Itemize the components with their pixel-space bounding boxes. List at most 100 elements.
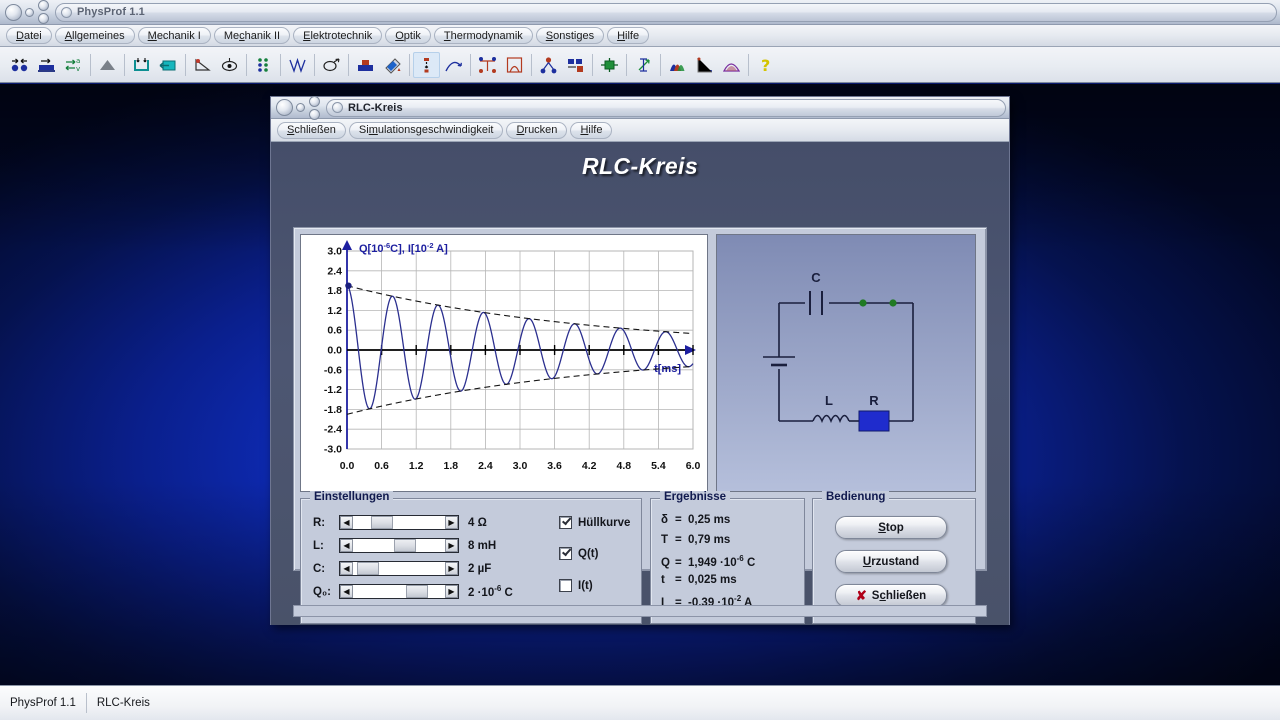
reset-button-label: Urzustand [862,555,920,568]
svg-text:-2.4: -2.4 [324,424,342,436]
dialog-menu-hilfe[interactable]: Hilfe [570,121,613,139]
setting-row-q0: Q₀: ◀ ▶ 2 ·10-6 C [313,584,513,599]
potential-well-icon[interactable] [128,52,155,78]
inductor-coil [812,414,850,424]
slider-c-left-arrow[interactable]: ◀ [340,562,353,575]
close-button[interactable]: ✘ Schließen [835,584,947,607]
buoyancy-icon[interactable] [352,52,379,78]
result-value-t-period: 0,79 [688,534,711,546]
setting-row-l: L: ◀ ▶ 8 mH [313,538,496,553]
controls-legend: Bedienung [822,491,890,503]
dialog-menu-bar: Schließen Si m ulationsgeschwindigkeit Dru… [271,119,1009,142]
balance-scale-icon[interactable] [474,52,501,78]
slider-r[interactable]: ◀ ▶ [339,515,459,530]
dialog-menu-schliessen[interactable]: Schließen [277,121,346,139]
checkbox-huellkurve-box[interactable] [559,516,572,529]
setting-label-r: R: [313,516,326,529]
window-maximize-button[interactable] [38,0,49,11]
checkbox-huellkurve-label: Hüllkurve [578,516,631,529]
slider-l-left-arrow[interactable]: ◀ [340,539,353,552]
svg-text:2.4: 2.4 [478,460,493,472]
gauss-curve-icon[interactable] [664,52,691,78]
stop-button[interactable]: Stop [835,516,947,539]
slider-q0[interactable]: ◀ ▶ [339,584,459,599]
slider-c-thumb[interactable] [357,562,380,575]
help-question-icon[interactable]: ? [752,52,779,78]
dialog-extra-controls [309,95,320,120]
stop-button-label: Stop [878,521,904,534]
projectile-curve-icon[interactable] [440,52,467,78]
slider-r-left-arrow[interactable]: ◀ [340,516,353,529]
resistor-box [858,410,890,432]
svg-text:2.4: 2.4 [327,265,342,277]
checkbox-qt[interactable]: Q(t) [559,547,598,560]
menu-item-sonstiges[interactable]: Sonstiges [535,27,605,44]
checkbox-it[interactable]: I(t) [559,579,593,592]
menu-item-datei[interactable]: Datei [6,27,52,44]
dialog-maximize-button[interactable] [309,95,320,107]
slider-r-right-arrow[interactable]: ▶ [445,516,458,529]
menu-item-optik[interactable]: Optik [385,27,431,44]
velocity-acceleration-icon[interactable]: a v [60,52,87,78]
two-masses-collision-icon[interactable] [6,52,33,78]
dialog-menu-drucken[interactable]: Drucken [506,121,568,139]
slider-r-thumb[interactable] [370,516,393,529]
slider-q0-track[interactable] [353,585,445,598]
inclined-block-icon[interactable] [33,52,60,78]
wave-v-icon[interactable] [284,52,311,78]
slider-l-track[interactable] [353,539,445,552]
slider-l[interactable]: ◀ ▶ [339,538,459,553]
pour-liquid-icon[interactable] [379,52,406,78]
slider-q0-left-arrow[interactable]: ◀ [340,585,353,598]
arrow-into-box-icon[interactable] [155,52,182,78]
dialog-menu-simulationsgeschwindigkeit[interactable]: Si m ulationsgeschwindigkeit [348,121,504,139]
setting-label-q0: Q₀: [313,585,331,598]
slider-c-track[interactable] [353,562,445,575]
slider-l-thumb[interactable] [393,539,416,552]
svg-text:3.0: 3.0 [327,246,342,258]
toolbar-separator [246,53,247,76]
reset-button[interactable]: Urzustand [835,550,947,573]
gear-wheel-icon[interactable] [596,52,623,78]
slider-c[interactable]: ◀ ▶ [339,561,459,576]
triangle-ramp-icon[interactable] [94,52,121,78]
particle-dots-icon[interactable] [250,52,277,78]
screen: PhysProf 1.1 Datei Allgemeines Mechanik … [0,0,1280,720]
dialog-minimize-button[interactable] [296,103,305,112]
pulley-system-icon[interactable] [535,52,562,78]
menu-item-allgemeines[interactable]: Allgemeines [54,27,135,44]
slider-c-right-arrow[interactable]: ▶ [445,562,458,575]
slider-q0-thumb[interactable] [406,585,429,598]
status-module-name: RLC-Kreis [96,697,150,709]
spectrum-curve-icon[interactable] [718,52,745,78]
free-fall-icon[interactable] [413,51,440,78]
svg-text:3.0: 3.0 [513,460,528,472]
angle-ramp-icon[interactable] [189,52,216,78]
arch-bridge-icon[interactable] [501,52,528,78]
toolbar-separator [470,53,471,76]
svg-text:a: a [76,57,80,65]
window-minimize-button[interactable] [25,7,34,17]
dialog-icon [332,102,343,113]
pendulum-eye-icon[interactable] [216,52,243,78]
window-close-button[interactable] [5,3,22,21]
lever-blocks-icon[interactable] [562,52,589,78]
window-restore-button[interactable] [38,13,49,24]
flux-arrow-icon[interactable] [630,52,657,78]
menu-item-mechanik-ii[interactable]: Me c hanik II [213,27,291,44]
dialog-restore-button[interactable] [309,108,320,120]
dialog-close-button[interactable] [276,99,293,116]
slider-l-right-arrow[interactable]: ▶ [445,539,458,552]
menu-item-thermodynamik[interactable]: Thermodynamik [433,27,533,44]
checkbox-huellkurve[interactable]: Hüllkurve [559,516,630,529]
menu-item-elektrotechnik[interactable]: Elektrotechnik [293,27,383,44]
menu-item-hilfe[interactable]: Hilfe [607,27,650,44]
checkbox-qt-box[interactable] [559,547,572,560]
rotation-arrow-icon[interactable] [318,52,345,78]
window-extra-controls [38,0,49,24]
checkbox-it-box[interactable] [559,579,572,592]
menu-item-mechanik-i[interactable]: Mechanik I [137,27,211,44]
slider-q0-right-arrow[interactable]: ▶ [445,585,458,598]
decay-curve-icon[interactable] [691,52,718,78]
slider-r-track[interactable] [353,516,445,529]
